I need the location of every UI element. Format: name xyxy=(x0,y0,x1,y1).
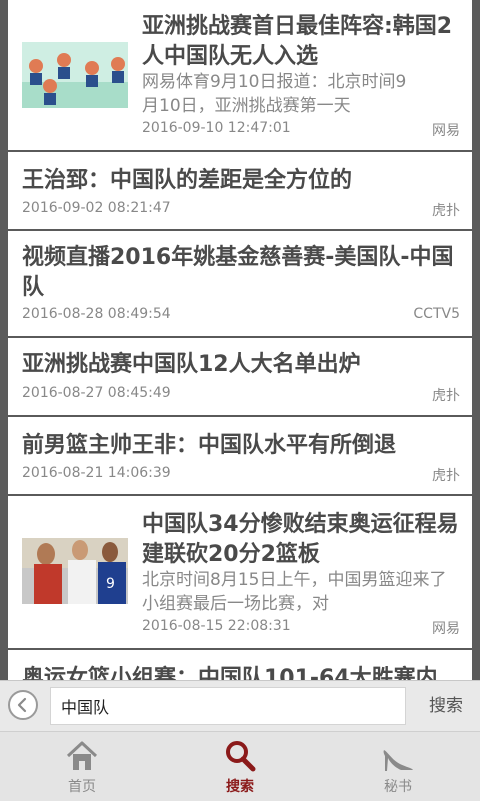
news-title[interactable]: 亚洲挑战赛中国队12人大名单出炉 xyxy=(22,350,462,380)
search-bar: 搜索 xyxy=(0,680,480,731)
news-source: 网易 xyxy=(432,621,460,637)
news-title[interactable]: 奥运女篮小组赛：中国队101-64大胜塞内 xyxy=(22,664,472,680)
news-title[interactable]: 视频直播2016年姚基金慈善赛-美国队-中国队 xyxy=(22,243,462,303)
news-item[interactable]: 视频直播2016年姚基金慈善赛-美国队-中国队 2016-08-28 08:49… xyxy=(8,231,472,338)
news-item[interactable]: 亚洲挑战赛首日最佳阵容:韩国2人中国队无人入选 网易体育9月10日报道：北京时间… xyxy=(8,0,472,152)
news-thumbnail xyxy=(22,42,128,108)
search-input[interactable] xyxy=(50,687,406,725)
news-title[interactable]: 前男篮主帅王非：中国队水平有所倒退 xyxy=(22,431,462,461)
chevron-left-icon xyxy=(17,697,27,713)
news-summary: 北京时间8月15日上午，中国男篮迎来了小组赛最后一场比赛，对 xyxy=(142,570,447,614)
news-item[interactable]: 亚洲挑战赛中国队12人大名单出炉 2016-08-27 08:45:49 虎扑 xyxy=(8,338,472,417)
news-source: 网易 xyxy=(432,123,460,139)
news-thumbnail: 9 xyxy=(22,538,128,604)
news-title[interactable]: 中国队34分惨败结束奥运征程易建联砍20分2篮板 xyxy=(142,510,460,570)
news-item[interactable]: 9 中国队34分惨败结束奥运征程易建联砍20分2篮板 北京时间8月15日上午，中… xyxy=(8,496,472,650)
news-item[interactable]: 奥运女篮小组赛：中国队101-64大胜塞内 xyxy=(8,650,472,680)
news-title[interactable]: 王治郅：中国队的差距是全方位的 xyxy=(22,166,462,196)
news-item[interactable]: 王治郅：中国队的差距是全方位的 2016-09-02 08:21:47 虎扑 xyxy=(8,152,472,231)
news-date: 2016-08-21 14:06:39 xyxy=(22,465,171,481)
home-icon xyxy=(66,741,98,770)
news-date: 2016-08-27 08:45:49 xyxy=(22,385,171,401)
nav-home-label: 首页 xyxy=(68,779,96,795)
news-source: 虎扑 xyxy=(432,388,460,404)
svg-text:9: 9 xyxy=(106,576,115,592)
news-source: 虎扑 xyxy=(432,203,460,219)
nav-secretary[interactable]: 秘书 xyxy=(338,732,458,801)
search-icon xyxy=(226,741,256,772)
back-button[interactable] xyxy=(8,690,38,720)
news-date: 2016-08-15 22:08:31 xyxy=(142,618,291,634)
news-item[interactable]: 前男篮主帅王非：中国队水平有所倒退 2016-08-21 14:06:39 虎扑 xyxy=(8,417,472,496)
news-source: CCTV5 xyxy=(413,306,460,322)
high-heel-icon xyxy=(383,750,413,771)
news-title[interactable]: 亚洲挑战赛首日最佳阵容:韩国2人中国队无人入选 xyxy=(142,12,460,72)
news-date: 2016-09-10 12:47:01 xyxy=(142,120,291,136)
news-source: 虎扑 xyxy=(432,468,460,484)
search-button[interactable]: 搜索 xyxy=(418,689,474,723)
nav-secretary-label: 秘书 xyxy=(384,779,412,795)
news-list[interactable]: 亚洲挑战赛首日最佳阵容:韩国2人中国队无人入选 网易体育9月10日报道：北京时间… xyxy=(8,0,472,680)
nav-search-label: 搜索 xyxy=(226,779,254,795)
bottom-nav: 首页 搜索 秘书 xyxy=(0,731,480,801)
nav-search[interactable]: 搜索 xyxy=(180,732,300,801)
news-summary: 网易体育9月10日报道：北京时间9月10日，亚洲挑战赛第一天 xyxy=(142,72,407,116)
nav-home[interactable]: 首页 xyxy=(22,732,142,801)
news-date: 2016-08-28 08:49:54 xyxy=(22,306,171,322)
news-date: 2016-09-02 08:21:47 xyxy=(22,200,171,216)
